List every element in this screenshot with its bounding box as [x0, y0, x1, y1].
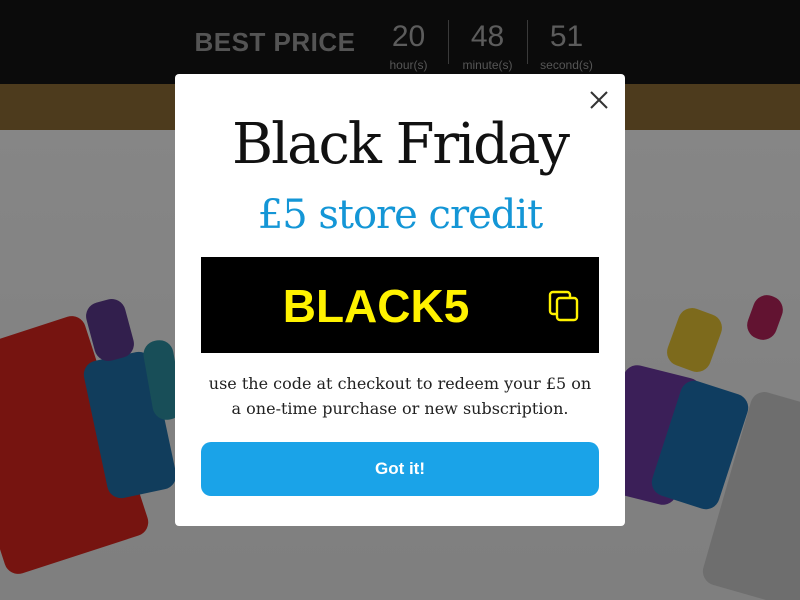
got-it-button[interactable]: Got it! — [201, 442, 599, 496]
modal-subtitle: £5 store credit — [257, 192, 543, 238]
promo-modal: Black Friday £5 store credit BLACK5 use … — [175, 74, 625, 526]
page: BEST PRICE 20 hour(s) 48 minute(s) 51 se… — [0, 0, 800, 600]
close-button[interactable] — [587, 88, 611, 112]
copy-button[interactable] — [547, 289, 581, 323]
copy-icon — [548, 290, 579, 322]
modal-title: Black Friday — [232, 112, 570, 177]
promo-code-box[interactable]: BLACK5 — [201, 257, 599, 353]
close-icon — [590, 91, 608, 109]
promo-code[interactable]: BLACK5 — [201, 279, 551, 333]
modal-description: use the code at checkout to redeem your … — [208, 374, 592, 418]
